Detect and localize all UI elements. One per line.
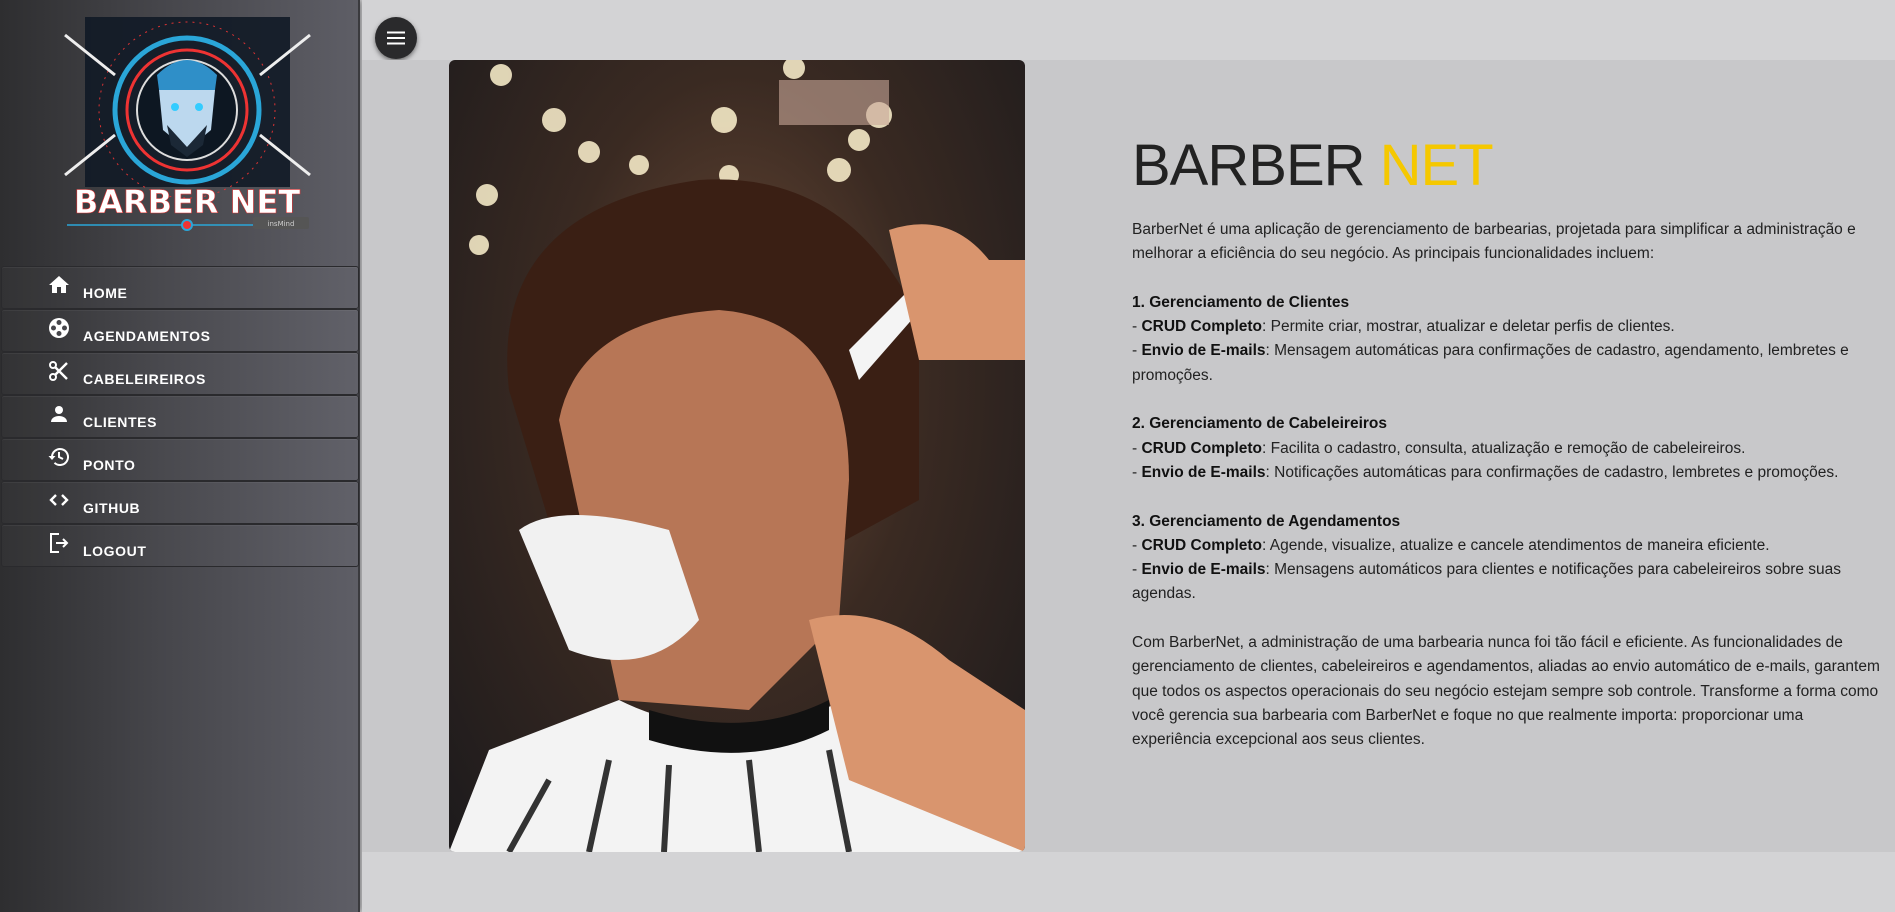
feature-section-agendamentos: 3. Gerenciamento de Agendamentos - CRUD … (1132, 510, 1882, 607)
sidebar-item-ponto[interactable]: PONTO (1, 438, 359, 481)
person-icon (51, 406, 67, 422)
crud-label: CRUD Completo (1141, 318, 1263, 336)
menu-toggle-button[interactable] (375, 17, 417, 59)
intro-paragraph: BarberNet é uma aplicação de gerenciamen… (1132, 221, 1856, 263)
crud-label: CRUD Completo (1141, 536, 1263, 554)
sidebar-item-label: PONTO (83, 457, 136, 473)
crud-text: : Permite criar, mostrar, atualizar e de… (1262, 318, 1675, 336)
sidebar-item-clientes[interactable]: CLIENTES (1, 395, 359, 438)
sidebar-item-label: AGENDAMENTOS (83, 328, 211, 344)
description: BarberNet é uma aplicação de gerenciamen… (1132, 218, 1882, 777)
sidebar-item-logout[interactable]: LOGOUT (1, 524, 359, 567)
film-reel-icon (49, 318, 69, 338)
email-text: : Notificações automáticas para confirma… (1265, 463, 1839, 481)
email-label: Envio de E-mails (1141, 561, 1266, 579)
section-heading: 1. Gerenciamento de Clientes (1132, 293, 1350, 311)
page-title: BARBER NET (1132, 132, 1494, 199)
barbernet-logo: BARBER NET insMind (64, 17, 311, 231)
sidebar-item-label: LOGOUT (83, 543, 147, 559)
sidebar-item-label: CABELEIREIROS (83, 371, 206, 387)
svg-text:insMind: insMind (268, 220, 295, 228)
footer-band (362, 852, 1895, 912)
scissors-icon (49, 361, 68, 381)
section-heading: 3. Gerenciamento de Agendamentos (1132, 512, 1401, 530)
sidebar-item-github[interactable]: GITHUB (1, 481, 359, 524)
sidebar-item-label: CLIENTES (83, 414, 158, 430)
sidebar-item-label: HOME (83, 285, 128, 301)
crud-text: : Agende, visualize, atualize e cancele … (1262, 536, 1770, 554)
title-net: NET (1379, 133, 1494, 198)
feature-section-cabeleireiros: 2. Gerenciamento de Cabeleireiros - CRUD… (1132, 412, 1882, 485)
conclusion-paragraph: Com BarberNet, a administração de uma ba… (1132, 634, 1880, 749)
sidebar-item-agendamentos[interactable]: AGENDAMENTOS (1, 309, 359, 352)
svg-text:BARBER NET: BARBER NET (74, 183, 300, 221)
crud-text: : Facilita o cadastro, consulta, atualiz… (1262, 439, 1746, 457)
sidebar-item-cabeleireiros[interactable]: CABELEIREIROS (1, 352, 359, 395)
barber-haircut-photo (449, 60, 1025, 852)
code-icon (49, 494, 69, 506)
sidebar-menu: HOME AGENDAMENTOS CABELEIREIROS CLIENTES… (1, 266, 359, 567)
feature-section-clientes: 1. Gerenciamento de Clientes - CRUD Comp… (1132, 291, 1882, 388)
home-icon (49, 276, 69, 293)
logout-icon (50, 533, 69, 553)
hamburger-icon (387, 31, 405, 45)
email-label: Envio de E-mails (1141, 463, 1266, 481)
title-barber: BARBER (1132, 133, 1366, 198)
section-heading: 2. Gerenciamento de Cabeleireiros (1132, 415, 1387, 433)
crud-label: CRUD Completo (1141, 439, 1263, 457)
sidebar: BARBER NET insMind HOME AGENDAMENTOS CAB… (0, 0, 360, 912)
sidebar-item-label: GITHUB (83, 500, 141, 516)
top-bar (362, 0, 1895, 60)
sidebar-item-home[interactable]: HOME (1, 266, 359, 309)
email-label: Envio de E-mails (1141, 342, 1266, 360)
history-icon (48, 448, 69, 466)
